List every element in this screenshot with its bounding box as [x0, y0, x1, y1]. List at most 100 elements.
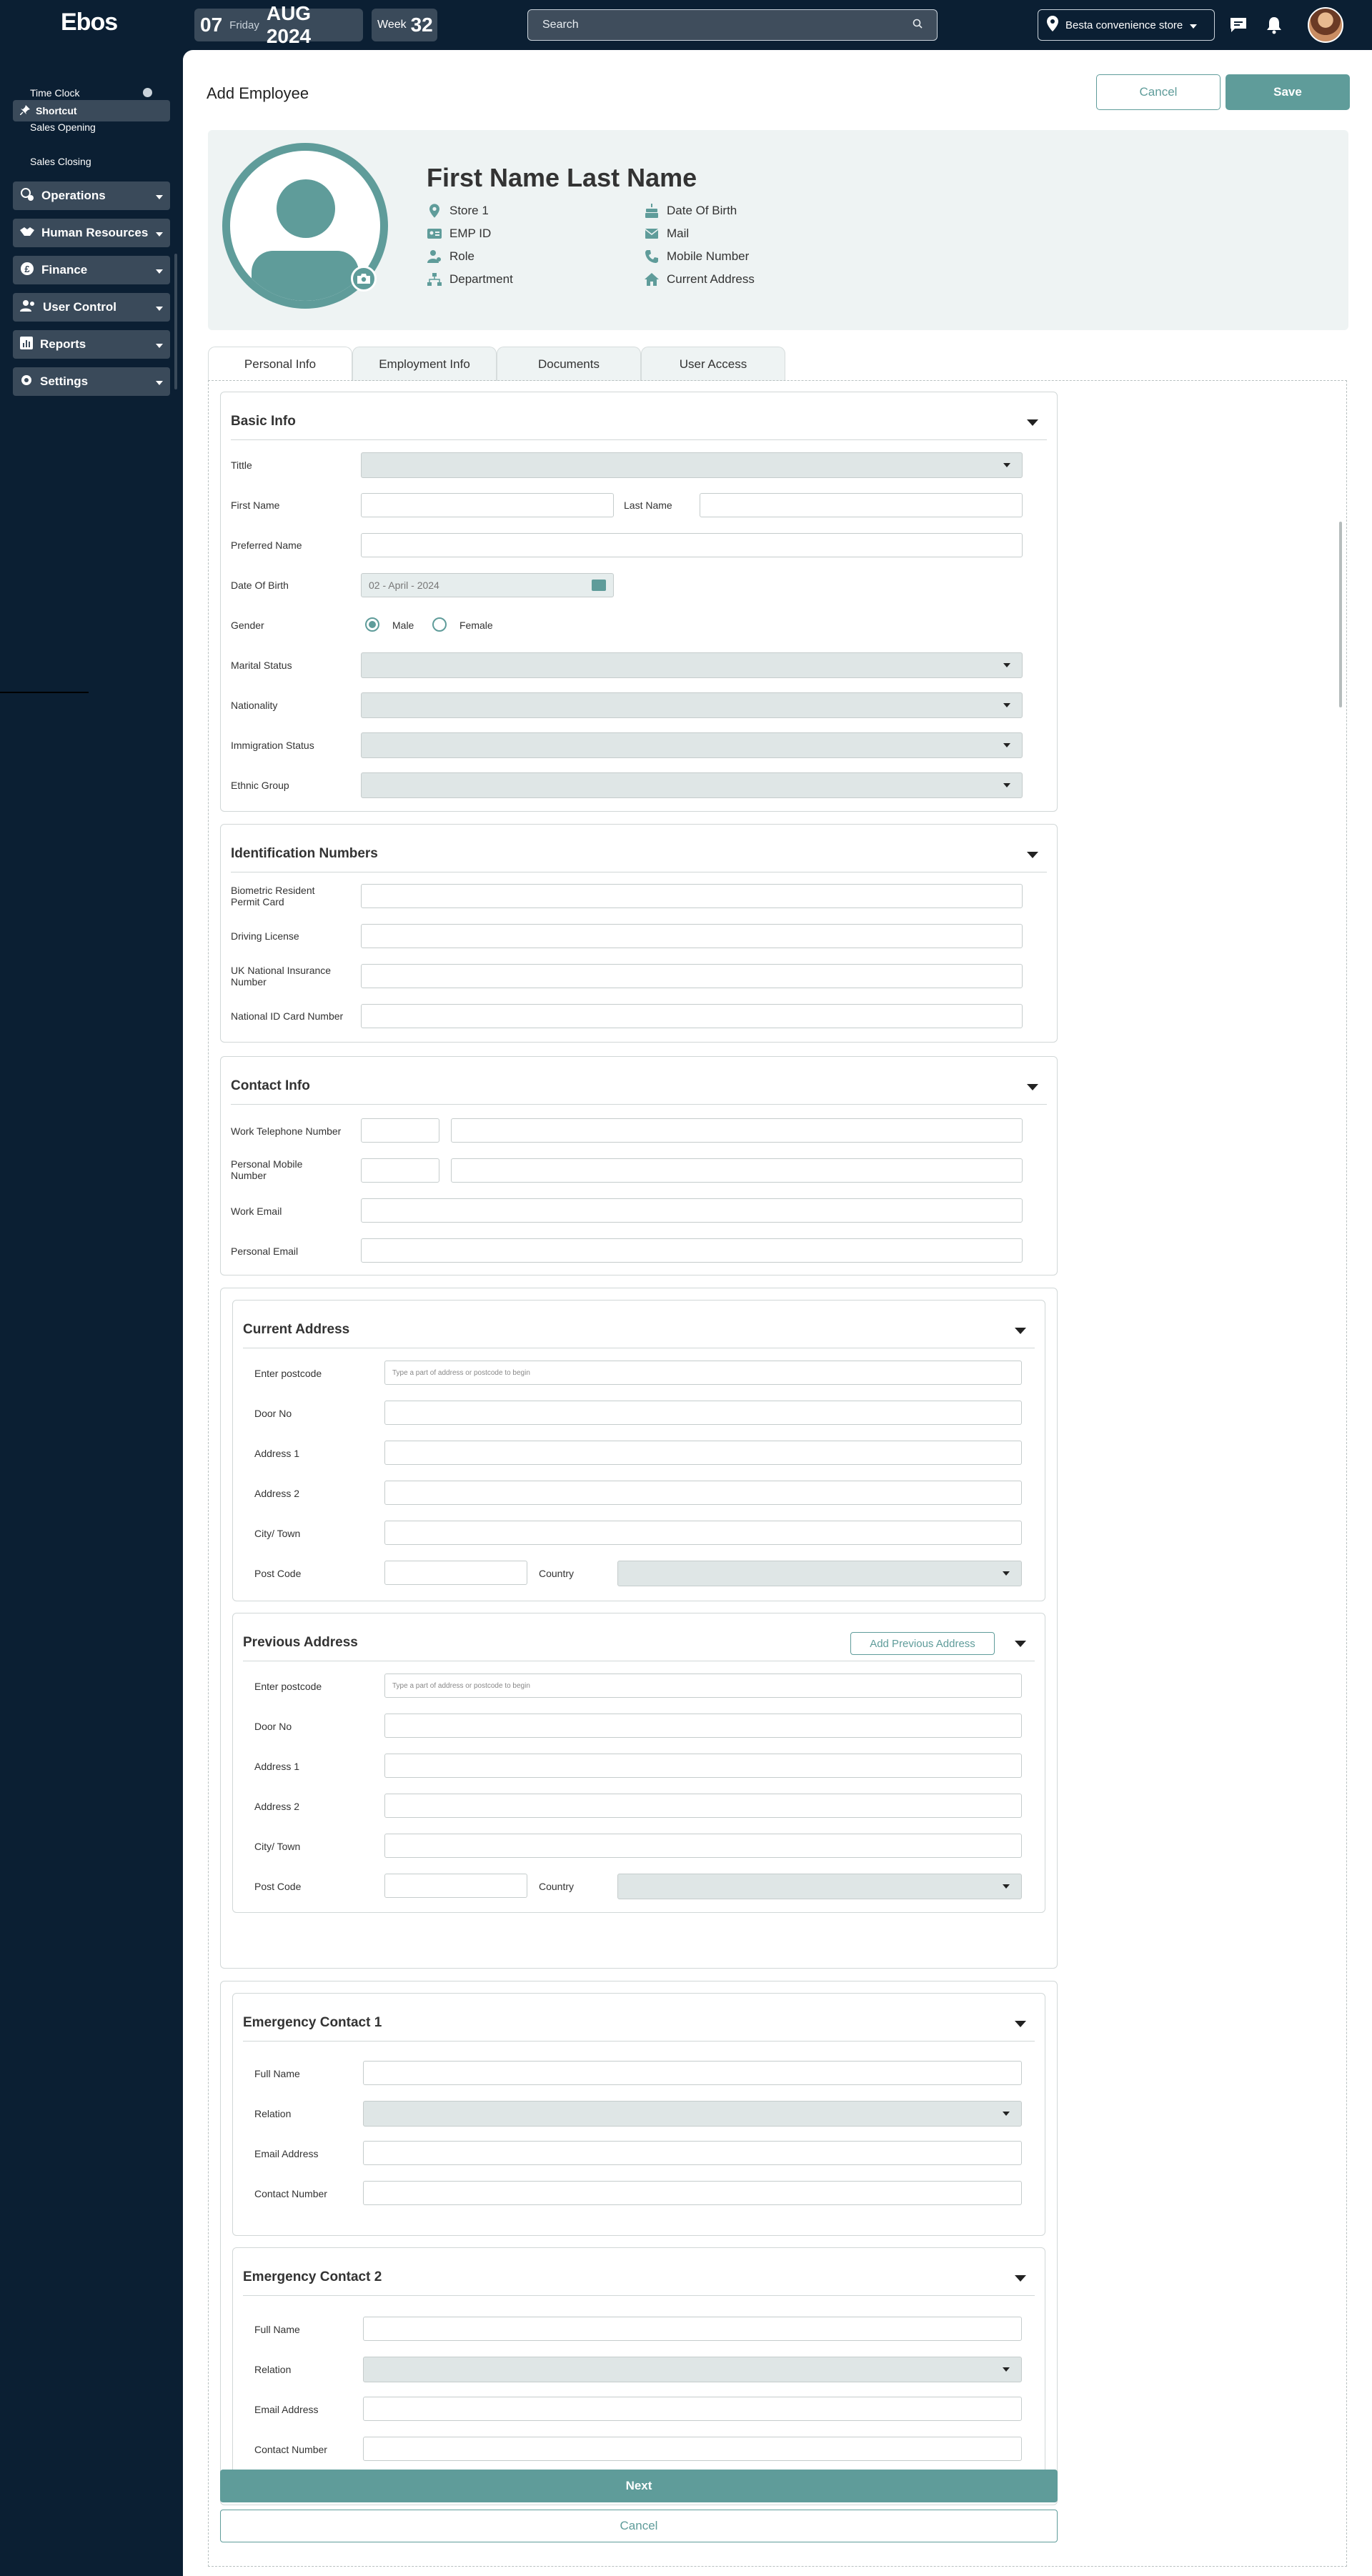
save-button[interactable]: Save — [1226, 74, 1350, 110]
phone-icon — [644, 249, 660, 264]
profile-emp-id: EMP ID — [427, 226, 491, 242]
bell-icon[interactable] — [1263, 14, 1285, 36]
personal-mobile-code-input[interactable] — [361, 1158, 439, 1183]
prev-post-code-input[interactable] — [384, 1874, 527, 1898]
add-previous-address-button[interactable]: Add Previous Address — [850, 1632, 995, 1655]
chat-icon[interactable] — [1228, 14, 1249, 36]
sidebar-item-settings[interactable]: Settings — [13, 367, 170, 396]
sidebar-item-label: Finance — [41, 263, 88, 277]
chevron-down-icon[interactable] — [1015, 1641, 1026, 1647]
tab-documents[interactable]: Documents — [497, 347, 641, 381]
prev-postcode-search-input[interactable]: Type a part of address or postcode to be… — [384, 1674, 1022, 1698]
sidebar-item-reports[interactable]: Reports — [13, 330, 170, 359]
prev-address2-input[interactable] — [384, 1794, 1022, 1818]
door-no-input[interactable] — [384, 1401, 1022, 1425]
main-scrollbar[interactable] — [1339, 522, 1342, 707]
personal-mobile-input[interactable] — [451, 1158, 1023, 1183]
sidebar: Shortcut Time Clock Sales Opening Sales … — [0, 50, 183, 2576]
calendar-icon[interactable] — [592, 580, 606, 591]
country-select[interactable] — [617, 1561, 1022, 1586]
next-button[interactable]: Next — [220, 2470, 1058, 2502]
camera-icon[interactable] — [351, 266, 377, 292]
post-code-input[interactable] — [384, 1561, 527, 1585]
ec1-relation-select[interactable] — [363, 2101, 1022, 2127]
gender-male-radio[interactable] — [365, 617, 379, 632]
marital-status-select[interactable] — [361, 652, 1023, 678]
preferred-name-input[interactable] — [361, 533, 1023, 557]
ec2-email-input[interactable] — [363, 2397, 1022, 2421]
sidebar-item-user-control[interactable]: User Control — [13, 293, 170, 322]
dob-input[interactable]: 02 - April - 2024 — [361, 573, 614, 597]
search-input[interactable]: Search — [527, 9, 938, 41]
sidebar-scrollbar[interactable] — [174, 254, 177, 389]
prev-city-input[interactable] — [384, 1834, 1022, 1858]
emergency-contacts-section: Emergency Contact 1 Full Name Relation E… — [220, 1981, 1058, 2505]
prev-address1-label: Address 1 — [254, 1761, 300, 1772]
work-phone-code-input[interactable] — [361, 1118, 439, 1143]
tab-personal-info[interactable]: Personal Info — [208, 347, 352, 381]
sidebar-item-sales-closing[interactable]: Sales Closing — [30, 156, 91, 167]
tab-user-access[interactable]: User Access — [641, 347, 785, 381]
national-id-input[interactable] — [361, 1004, 1023, 1028]
user-avatar[interactable] — [1308, 7, 1343, 43]
prev-door-no-input[interactable] — [384, 1714, 1022, 1738]
contact-info-title: Contact Info — [231, 1078, 310, 1093]
personal-email-label: Personal Email — [231, 1245, 299, 1257]
profile-store: Store 1 — [427, 203, 489, 219]
work-email-input[interactable] — [361, 1198, 1023, 1223]
gender-female-radio[interactable] — [432, 617, 447, 632]
chevron-down-icon[interactable] — [1015, 2021, 1026, 2027]
city-input[interactable] — [384, 1521, 1022, 1545]
gender-male-label: Male — [392, 620, 414, 631]
chevron-down-icon[interactable] — [1027, 419, 1038, 426]
first-name-input[interactable] — [361, 493, 614, 517]
address2-input[interactable] — [384, 1481, 1022, 1505]
ethnic-group-select[interactable] — [361, 772, 1023, 798]
location-pin-icon — [427, 203, 442, 219]
ec2-full-name-input[interactable] — [363, 2317, 1022, 2341]
ec2-contact-input[interactable] — [363, 2437, 1022, 2461]
sidebar-item-finance[interactable]: £ Finance — [13, 256, 170, 284]
chevron-down-icon[interactable] — [1015, 2275, 1026, 2282]
address-section: Current Address Enter postcode Type a pa… — [220, 1288, 1058, 1969]
sidebar-shortcut-header[interactable]: Shortcut — [13, 100, 170, 121]
ec1-contact-input[interactable] — [363, 2181, 1022, 2205]
chevron-down-icon[interactable] — [1015, 1328, 1026, 1334]
home-icon — [644, 272, 660, 287]
postcode-search-input[interactable]: Type a part of address or postcode to be… — [384, 1361, 1022, 1385]
ec1-email-input[interactable] — [363, 2141, 1022, 2165]
chevron-down-icon[interactable] — [1027, 1084, 1038, 1090]
date-display: 07 Friday AUG 2024 — [194, 2, 363, 47]
cancel-button[interactable]: Cancel — [1096, 74, 1221, 110]
sidebar-item-operations[interactable]: Operations — [13, 181, 170, 210]
tab-employment-info[interactable]: Employment Info — [352, 347, 497, 381]
driving-license-input[interactable] — [361, 924, 1023, 948]
emergency-contact-2-section: Emergency Contact 2 Full Name Relation E… — [232, 2247, 1045, 2495]
ni-number-input[interactable] — [361, 964, 1023, 988]
chevron-down-icon — [156, 374, 163, 389]
first-name-label: First Name — [231, 499, 280, 511]
chevron-down-icon — [1190, 19, 1198, 31]
ec2-relation-select[interactable] — [363, 2357, 1022, 2382]
personal-email-input[interactable] — [361, 1238, 1023, 1263]
last-name-input[interactable] — [700, 493, 1023, 517]
emergency-contact-1-section: Emergency Contact 1 Full Name Relation E… — [232, 1993, 1045, 2236]
cancel-bottom-button[interactable]: Cancel — [220, 2510, 1058, 2542]
nationality-select[interactable] — [361, 692, 1023, 718]
prev-address1-input[interactable] — [384, 1754, 1022, 1778]
chevron-down-icon[interactable] — [1027, 852, 1038, 858]
address1-input[interactable] — [384, 1441, 1022, 1465]
prev-country-select[interactable] — [617, 1874, 1022, 1899]
brp-input[interactable] — [361, 884, 1023, 908]
sidebar-item-human-resources[interactable]: Human Resources — [13, 219, 170, 247]
sidebar-item-sales-opening[interactable]: Sales Opening — [30, 121, 96, 133]
last-name-label: Last Name — [624, 499, 672, 511]
profile-name: First Name Last Name — [427, 163, 697, 192]
immigration-status-select[interactable] — [361, 732, 1023, 758]
work-phone-input[interactable] — [451, 1118, 1023, 1143]
sidebar-item-time-clock[interactable]: Time Clock — [30, 87, 80, 99]
ec1-full-name-input[interactable] — [363, 2061, 1022, 2085]
store-selector[interactable]: Besta convenience store — [1038, 9, 1215, 41]
tittle-select[interactable] — [361, 452, 1023, 478]
app-logo[interactable]: Ebos — [61, 9, 118, 36]
